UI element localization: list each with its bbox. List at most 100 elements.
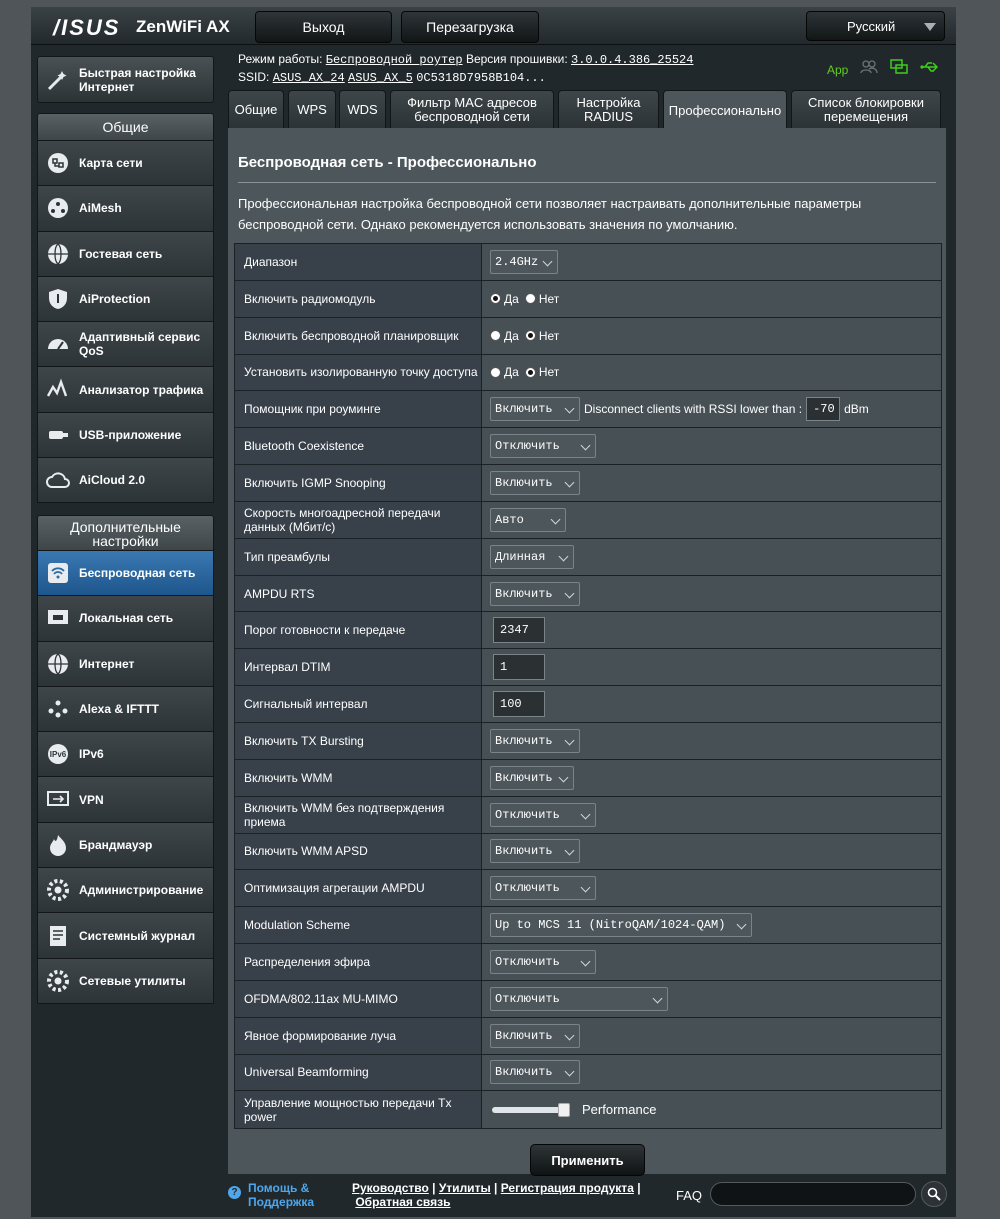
radio-no[interactable]: Нет [524, 292, 559, 306]
radio-label: Да [504, 328, 519, 343]
tab-roaming-block-list[interactable]: Список блокировки перемещения [791, 90, 941, 128]
settings-row: Оптимизация агрегации AMPDU Отключить [235, 870, 941, 908]
feedback-link[interactable]: Обратная связь [355, 1195, 450, 1209]
sidebar-advanced-item-label: IPv6 [79, 747, 104, 762]
sidebar-advanced-item-7[interactable]: Администрирование [37, 868, 214, 914]
network-status-icon[interactable] [890, 59, 909, 80]
setting-select[interactable]: Отключить [490, 986, 668, 1011]
search-button[interactable] [921, 1181, 947, 1207]
tab-general[interactable]: Общие [228, 90, 284, 128]
setting-select[interactable]: Отключить [490, 802, 596, 827]
usb-status-icon[interactable] [920, 60, 940, 79]
sidebar-general-item-3[interactable]: AiProtection [37, 276, 214, 323]
setting-input[interactable]: 1 [493, 654, 545, 681]
sidebar-advanced-item-label: Интернет [79, 656, 135, 671]
setting-select[interactable]: Длинная [490, 544, 574, 569]
roaming-rssi-input[interactable]: -70 [806, 397, 841, 422]
product-registration-link[interactable]: Регистрация продукта [501, 1181, 634, 1195]
setting-label: Распределения эфира [235, 944, 482, 980]
sidebar-general-item-label: AiMesh [79, 201, 122, 216]
setting-label: AMPDU RTS [235, 575, 482, 612]
radio-yes[interactable]: Да [490, 292, 519, 306]
model-name: ZenWiFi AX [136, 17, 230, 36]
slider-knob[interactable] [558, 1102, 570, 1117]
tab-professional[interactable]: Профессионально [663, 90, 787, 130]
radio-yes[interactable]: Да [490, 329, 519, 343]
setting-select[interactable]: Включить [490, 765, 574, 790]
setting-select[interactable]: Отключить [490, 876, 596, 901]
radio-no[interactable]: Нет [524, 329, 559, 343]
setting-select[interactable]: Включить [490, 397, 580, 422]
sidebar-general-item-0[interactable]: Карта сети [37, 141, 214, 187]
language-select[interactable]: Русский [806, 11, 945, 41]
setting-input[interactable]: 2347 [493, 617, 545, 644]
setting-select[interactable]: Включить [490, 581, 580, 606]
app-link[interactable]: App [827, 63, 848, 77]
sidebar-advanced-item-6[interactable]: Брандмауэр [37, 822, 214, 869]
setting-select[interactable]: Включить [490, 1023, 580, 1048]
sidebar-advanced-item-2[interactable]: Интернет [37, 641, 214, 687]
sidebar-general-item-5[interactable]: Анализатор трафика [37, 367, 214, 413]
setting-select[interactable]: Авто [490, 507, 566, 532]
title-divider [238, 182, 936, 183]
tab-wds[interactable]: WDS [339, 90, 386, 128]
logout-button[interactable]: Выход [255, 11, 392, 43]
sidebar-advanced-item-4[interactable]: IPv6 IPv6 [37, 732, 214, 778]
alexa-icon [45, 696, 71, 722]
setting-input[interactable]: 100 [493, 691, 545, 718]
apply-button[interactable]: Применить [530, 1144, 645, 1176]
utilities-link[interactable]: Утилиты [439, 1181, 491, 1195]
settings-row: Тип преамбулы Длинная [235, 538, 941, 576]
sidebar-general-item-6[interactable]: USB-приложение [37, 412, 214, 459]
help-line-2: Поддержка [248, 1195, 315, 1209]
sidebar-advanced-item-label: Администрирование [79, 883, 204, 898]
sidebar-general-item-1[interactable]: AiMesh [37, 186, 214, 232]
radio-button [490, 293, 501, 305]
tx-power-slider[interactable] [492, 1102, 570, 1117]
radio-yes[interactable]: Да [490, 365, 519, 379]
manual-link[interactable]: Руководство [352, 1181, 429, 1195]
setting-select[interactable]: Включить [490, 1060, 580, 1085]
setting-value-cell: Up to MCS 11 (NitroQAM/1024-QAM) [482, 907, 941, 944]
ssid-24-link[interactable]: ASUS_AX_24 [273, 71, 345, 85]
setting-select[interactable]: Отключить [490, 949, 596, 974]
setting-select[interactable]: 2.4GHz [490, 249, 558, 274]
firmware-version-link[interactable]: 3.0.0.4.386_25524 [571, 53, 693, 67]
faq-search-input[interactable] [710, 1182, 916, 1206]
setting-select[interactable]: Включить [490, 470, 580, 495]
setting-label: Помощник при роуминге [235, 391, 482, 428]
sidebar-advanced-item-8[interactable]: Системный журнал [37, 913, 214, 959]
setting-select[interactable]: Up to MCS 11 (NitroQAM/1024-QAM) [490, 913, 752, 938]
aimesh-icon [45, 195, 71, 221]
sidebar-advanced-item-5[interactable]: VPN [37, 777, 214, 823]
reboot-button[interactable]: Перезагрузка [401, 11, 539, 43]
setting-select[interactable]: Включить [490, 728, 580, 753]
sidebar-advanced-item-0[interactable]: Беспроводная сеть [37, 551, 214, 597]
clients-icon[interactable] [860, 60, 879, 79]
settings-row: Включить WMM APSD Включить [235, 833, 941, 871]
setting-value-cell: Да Нет [482, 354, 941, 391]
settings-row: Порог готовности к передаче 2347 [235, 612, 941, 650]
sidebar-advanced-item-9[interactable]: Сетевые утилиты [37, 958, 214, 1004]
setting-select[interactable]: Включить [490, 839, 580, 864]
operation-mode-link[interactable]: Беспроводной роутер [326, 53, 463, 67]
setting-label: Включить WMM без подтверждения приема [235, 796, 482, 833]
tab-radius[interactable]: Настройка RADIUS [558, 90, 659, 128]
sidebar-general-item-4[interactable]: Адаптивный сервис QoS [37, 322, 214, 368]
sidebar-advanced-item-1[interactable]: Локальная сеть [37, 596, 214, 642]
sidebar-general-item-7[interactable]: AiCloud 2.0 [37, 458, 214, 504]
quick-internet-setup-button[interactable]: Быстрая настройка Интернет [37, 56, 214, 103]
setting-select[interactable]: Отключить [490, 434, 596, 459]
radio-button [490, 366, 501, 378]
radio-no[interactable]: Нет [524, 365, 559, 379]
tab-mac-filter[interactable]: Фильтр MAC адресов беспроводной сети [390, 90, 554, 128]
firmware-label: Версия прошивки: [465, 52, 568, 66]
sidebar-general-item-2[interactable]: Гостевая сеть [37, 231, 214, 277]
language-value: Русский [847, 18, 896, 34]
help-support-link[interactable]: Помощь & Поддержка [248, 1181, 314, 1209]
tab-wps[interactable]: WPS [288, 90, 336, 128]
sidebar-advanced-item-3[interactable]: Alexa & IFTTT [37, 686, 214, 733]
ssid-5-link[interactable]: ASUS_AX_5 [348, 71, 413, 85]
sidebar-advanced-item-label: Брандмауэр [79, 837, 153, 852]
settings-row: Диапазон 2.4GHz [235, 244, 941, 281]
